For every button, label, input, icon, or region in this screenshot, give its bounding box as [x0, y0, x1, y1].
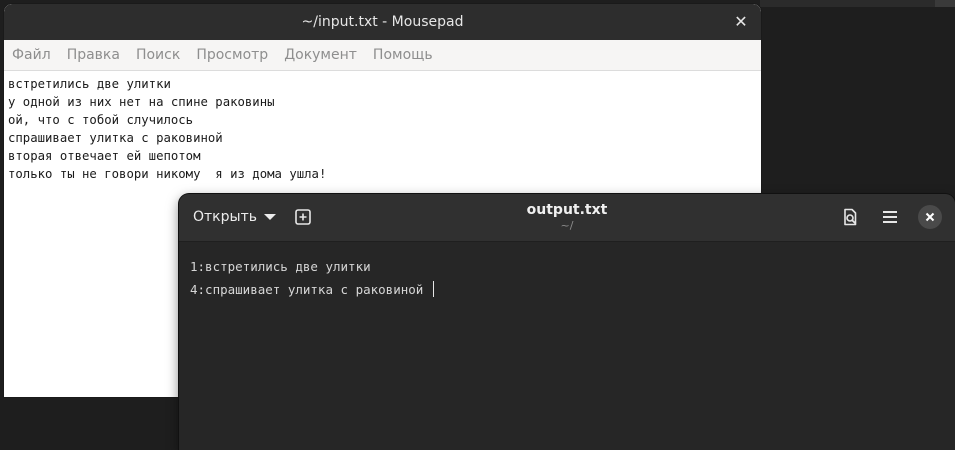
text-line-content: 1:встретились две улитки — [190, 259, 371, 274]
close-icon[interactable]: ✕ — [731, 12, 751, 32]
text-line: 1:встретились две улитки — [190, 255, 944, 278]
menu-file[interactable]: Файл — [12, 47, 51, 63]
menu-document[interactable]: Документ — [284, 47, 357, 63]
text-line: вторая отвечает ей шепотом — [8, 149, 201, 163]
mousepad-window-title: ~/input.txt - Mousepad — [301, 14, 464, 30]
text-line: ой, что с тобой случилось — [8, 113, 194, 127]
output-text-area[interactable]: 1:встретились две улитки 4:спрашивает ул… — [179, 242, 955, 450]
search-document-icon[interactable] — [839, 206, 861, 228]
background-window-button — [935, 0, 955, 7]
menu-edit[interactable]: Правка — [67, 47, 120, 63]
menu-help[interactable]: Помощь — [373, 47, 433, 63]
desktop: ~/input.txt - Mousepad ✕ Файл Правка Пои… — [0, 0, 955, 450]
mousepad-menubar: Файл Правка Поиск Просмотр Документ Помо… — [4, 40, 761, 71]
text-cursor — [432, 281, 434, 297]
text-line: встретились две улитки — [8, 77, 171, 91]
text-line: спрашивает улитка с раковиной — [8, 131, 223, 145]
output-window: Открыть output.txt ~/ 1:встретились две … — [179, 194, 955, 450]
text-line: только ты не говори никому я из дома ушл… — [8, 167, 327, 181]
close-icon[interactable] — [918, 205, 942, 229]
text-line: 4:спрашивает улитка с раковиной — [190, 278, 944, 301]
hamburger-menu-icon[interactable] — [879, 206, 901, 228]
background-window-edge — [760, 0, 955, 7]
mousepad-titlebar[interactable]: ~/input.txt - Mousepad ✕ — [4, 4, 761, 40]
output-headerbar[interactable]: Открыть output.txt ~/ — [179, 194, 955, 242]
menu-view[interactable]: Просмотр — [196, 47, 268, 63]
text-line-content: 4:спрашивает улитка с раковиной — [190, 282, 431, 297]
menu-search[interactable]: Поиск — [136, 47, 180, 63]
text-line: у одной из них нет на спине раковины — [8, 95, 275, 109]
